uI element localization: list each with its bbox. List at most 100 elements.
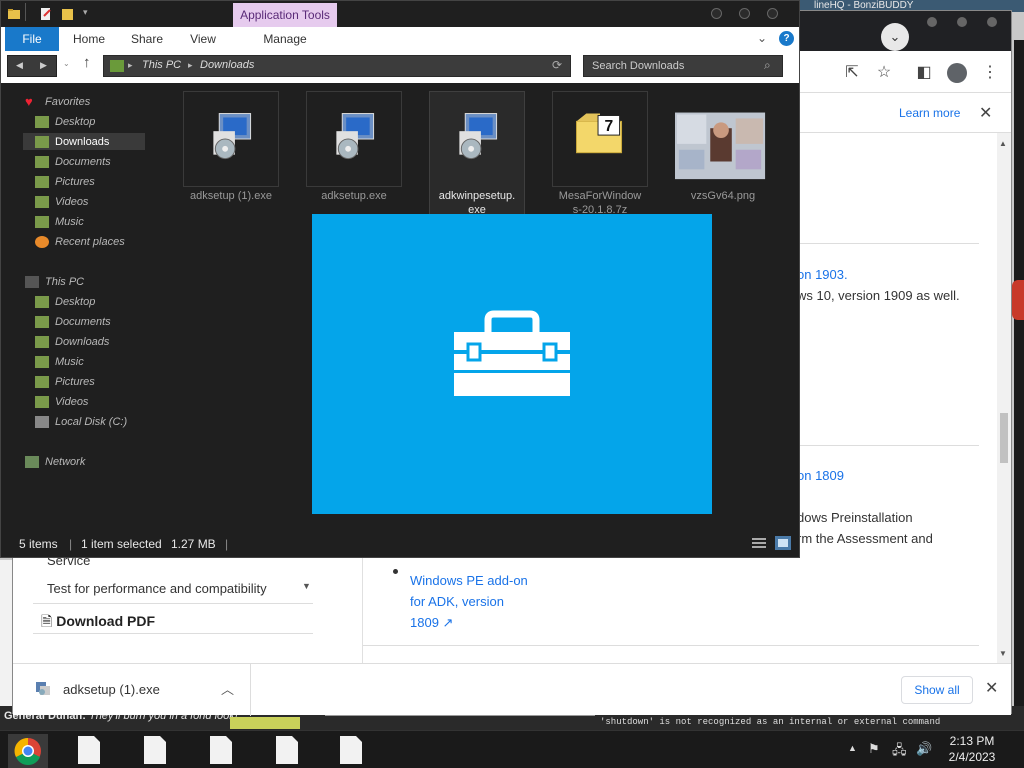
downloads-icon	[35, 136, 49, 148]
chrome-menu-icon[interactable]: ⋮	[979, 62, 1001, 84]
tray-overflow-icon[interactable]: ▲	[848, 743, 857, 753]
nav-pc-pictures[interactable]: Pictures	[55, 376, 95, 388]
folder-icon	[8, 9, 20, 19]
chrome-minimize-button[interactable]	[927, 17, 937, 27]
download-item[interactable]: adksetup (1).exe ︿	[13, 664, 251, 716]
explorer-close-button[interactable]	[767, 8, 778, 19]
breadcrumb-separator-icon[interactable]: ▸	[188, 60, 193, 71]
nav-pc-music[interactable]: Music	[55, 356, 84, 368]
nav-pc-documents[interactable]: Documents	[55, 316, 111, 328]
application-tools-tab[interactable]: Application Tools	[233, 3, 337, 27]
nav-fav-music[interactable]: Music	[55, 216, 84, 228]
show-all-button[interactable]: Show all	[901, 676, 973, 704]
file-taskbar-icon[interactable]	[126, 733, 182, 767]
nav-pc-desktop[interactable]: Desktop	[55, 296, 95, 308]
help-icon[interactable]: ?	[779, 31, 794, 46]
back-arrow-icon[interactable]: ◀	[16, 60, 23, 71]
nav-network[interactable]: Network	[45, 456, 85, 468]
article-link-1903[interactable]: on 1903.	[797, 267, 848, 282]
file-taskbar-icon[interactable]	[60, 733, 116, 767]
tab-view[interactable]: View	[183, 27, 223, 51]
file-taskbar-icon[interactable]	[258, 733, 314, 767]
nav-pc-downloads[interactable]: Downloads	[55, 336, 109, 348]
file-item[interactable]	[183, 91, 279, 187]
side-panel-icon[interactable]: ◧	[913, 62, 935, 84]
installer-icon	[336, 113, 375, 160]
scroll-up-arrow-icon[interactable]: ▲	[999, 139, 1007, 148]
chevron-down-icon[interactable]: ▼	[302, 581, 311, 591]
scroll-down-arrow-icon[interactable]: ▼	[999, 649, 1007, 658]
back-forward-buttons: ◀ ▶	[7, 55, 57, 77]
file-taskbar-icon[interactable]	[192, 733, 248, 767]
nav-fav-pictures[interactable]: Pictures	[55, 176, 95, 188]
nav-this-pc[interactable]: This PC	[45, 276, 84, 288]
bookmark-star-icon[interactable]: ☆	[873, 62, 895, 84]
explorer-maximize-button[interactable]	[739, 8, 750, 19]
system-clock[interactable]: 2:13 PM 2/4/2023	[930, 733, 1014, 765]
chrome-taskbar-icon[interactable]	[8, 734, 48, 768]
forward-arrow-icon[interactable]: ▶	[40, 60, 47, 71]
search-box[interactable]: Search Downloads ⌕	[583, 55, 783, 77]
large-icons-view-icon[interactable]	[775, 536, 791, 550]
tab-file[interactable]: File	[5, 27, 59, 51]
nav-fav-videos[interactable]: Videos	[55, 196, 88, 208]
up-arrow-icon[interactable]: ↑	[83, 54, 91, 71]
nav-pc-videos[interactable]: Videos	[55, 396, 88, 408]
file-name: vzsGv64.png	[690, 190, 756, 202]
new-folder-icon[interactable]	[61, 7, 75, 21]
tab-search-button[interactable]: ⌄	[881, 23, 909, 51]
breadcrumb-this-pc[interactable]: This PC	[142, 59, 181, 71]
chrome-maximize-button[interactable]	[957, 17, 967, 27]
tab-share[interactable]: Share	[125, 27, 169, 51]
infobar-close-icon[interactable]: ✕	[979, 103, 992, 123]
ribbon-expand-chevron-icon[interactable]: ⌄	[757, 31, 767, 45]
breadcrumb-downloads[interactable]: Downloads	[200, 59, 254, 71]
nav-fav-recent-places[interactable]: Recent places	[55, 236, 125, 248]
taskbar: ▲ ⚑ 🖧 🔊 2:13 PM 2/4/2023	[0, 730, 1024, 768]
qa-dropdown-icon[interactable]: ▾	[83, 7, 88, 18]
article-link-1809[interactable]: on 1809	[797, 468, 844, 483]
winpe-link-line3[interactable]: 1809 ↗	[410, 615, 453, 631]
installer-icon	[213, 113, 252, 160]
tab-manage[interactable]: Manage	[257, 27, 313, 51]
chrome-close-button[interactable]	[987, 17, 997, 27]
breadcrumb-separator-icon[interactable]: ▸	[128, 60, 133, 71]
winpe-link-line2[interactable]: for ADK, version	[410, 594, 504, 609]
pdf-icon: 🗎	[41, 613, 53, 629]
winpe-link-line1[interactable]: Windows PE add-on	[410, 573, 528, 588]
share-icon[interactable]: ⇱	[841, 62, 863, 84]
file-item[interactable]	[306, 91, 402, 187]
nav-fav-documents[interactable]: Documents	[55, 156, 111, 168]
article-text-1909: ws 10, version 1909 as well.	[797, 288, 960, 303]
scrollbar-thumb[interactable]	[1000, 413, 1008, 463]
nav-favorites[interactable]: Favorites	[45, 96, 90, 108]
chevron-up-icon[interactable]: ︿	[221, 679, 234, 698]
status-separator: |	[225, 537, 229, 551]
documents-icon	[35, 156, 49, 168]
download-pdf-link[interactable]: 🗎 Download PDF	[41, 611, 155, 635]
search-icon[interactable]: ⌕	[764, 58, 771, 73]
nav-fav-downloads[interactable]: Downloads	[55, 136, 109, 148]
details-view-icon[interactable]	[751, 536, 767, 550]
recent-locations-dropdown-icon[interactable]: ⌄	[63, 59, 70, 68]
network-tray-icon[interactable]: 🖧	[892, 741, 907, 763]
action-center-flag-icon[interactable]: ⚑	[868, 741, 880, 757]
tab-home[interactable]: Home	[67, 27, 111, 51]
nav-fav-desktop[interactable]: Desktop	[55, 116, 95, 128]
downloads-close-icon[interactable]: ✕	[985, 678, 998, 698]
file-name-line1: MesaForWindow	[558, 190, 642, 202]
properties-icon[interactable]	[39, 7, 53, 21]
file-item[interactable]	[675, 91, 771, 187]
heart-icon: ♥	[25, 94, 33, 109]
address-bar[interactable]: ▸ This PC ▸ Downloads ⟳	[103, 55, 571, 77]
explorer-minimize-button[interactable]	[711, 8, 722, 19]
sidebar-item-performance[interactable]: Test for performance and compatibility	[47, 581, 267, 596]
nav-pc-local-disk[interactable]: Local Disk (C:)	[55, 416, 127, 428]
file-item[interactable]: 7	[552, 91, 648, 187]
refresh-icon[interactable]: ⟳	[552, 58, 562, 72]
pictures-icon	[35, 176, 49, 188]
profile-avatar[interactable]	[947, 63, 967, 83]
page-scrollbar[interactable]: ▲ ▼	[997, 133, 1011, 663]
file-taskbar-icon[interactable]	[322, 733, 378, 767]
learn-more-link[interactable]: Learn more	[899, 106, 960, 120]
